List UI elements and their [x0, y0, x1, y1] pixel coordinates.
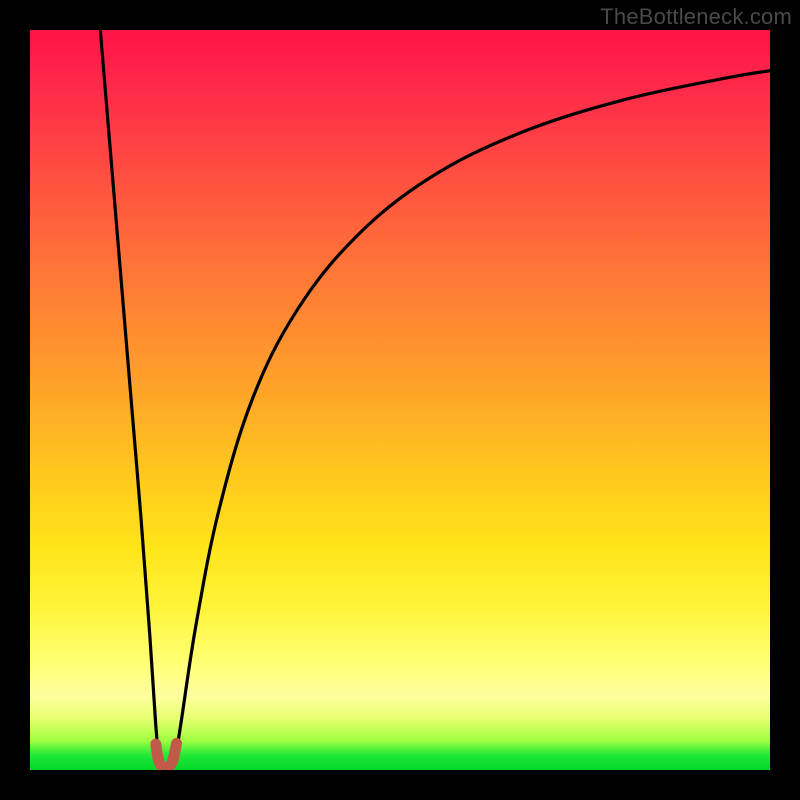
curve-right-branch: [174, 71, 770, 767]
curve-left-branch: [100, 30, 159, 766]
watermark-text: TheBottleneck.com: [600, 4, 792, 30]
chart-frame: TheBottleneck.com: [0, 0, 800, 800]
valley-u-marker: [156, 743, 177, 767]
curve-layer: [30, 30, 770, 770]
plot-area: [30, 30, 770, 770]
